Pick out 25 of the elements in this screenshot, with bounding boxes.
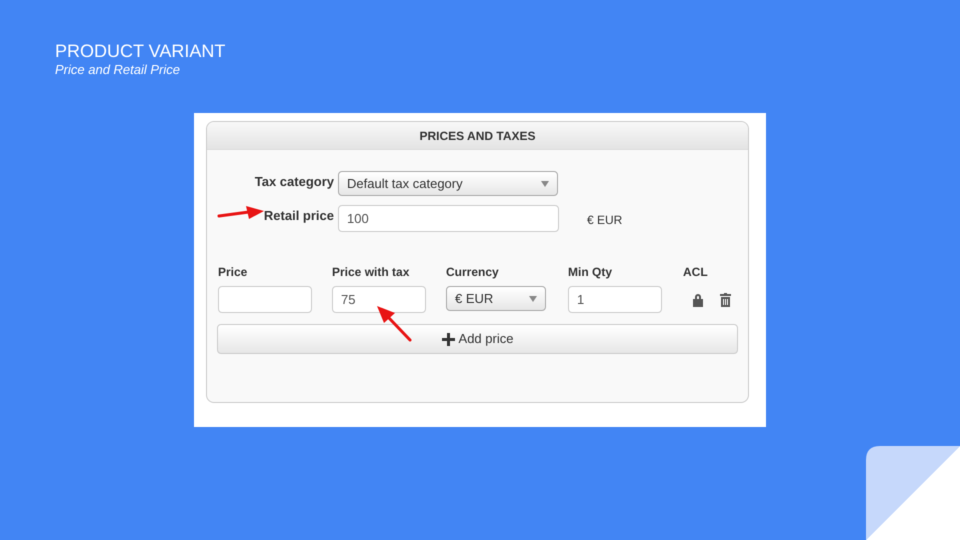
input-field[interactable]: 100 — [338, 205, 559, 232]
column-header: ACL — [683, 264, 709, 281]
field-label: Tax category — [254, 173, 334, 191]
annotation-arrow — [217, 205, 265, 220]
annotation-arrow — [377, 305, 413, 343]
add-price-button[interactable]: Add price — [217, 324, 738, 354]
panel-title: PRICES AND TAXES — [419, 128, 536, 144]
column-header: Price — [218, 264, 248, 281]
slide-title: PRODUCT VARIANT — [55, 41, 226, 61]
input-field[interactable] — [218, 286, 312, 313]
select-field[interactable]: € EUR — [446, 286, 546, 311]
caret-icon — [529, 296, 537, 302]
trash-icon[interactable] — [720, 292, 731, 306]
plus-icon — [442, 332, 455, 346]
currency-label: € EUR — [587, 212, 622, 229]
lock-icon[interactable] — [692, 292, 704, 306]
slide-subtitle: Price and Retail Price — [55, 61, 181, 79]
field-label: Retail price — [264, 207, 334, 225]
caret-icon — [541, 180, 549, 186]
column-header: Currency — [446, 264, 500, 281]
input-field[interactable]: 1 — [568, 286, 662, 313]
column-header: Min Qty — [568, 264, 613, 281]
input-field[interactable]: 75 — [332, 286, 426, 313]
column-header: Price with tax — [332, 264, 410, 281]
select-field[interactable]: Default tax category — [338, 171, 558, 196]
